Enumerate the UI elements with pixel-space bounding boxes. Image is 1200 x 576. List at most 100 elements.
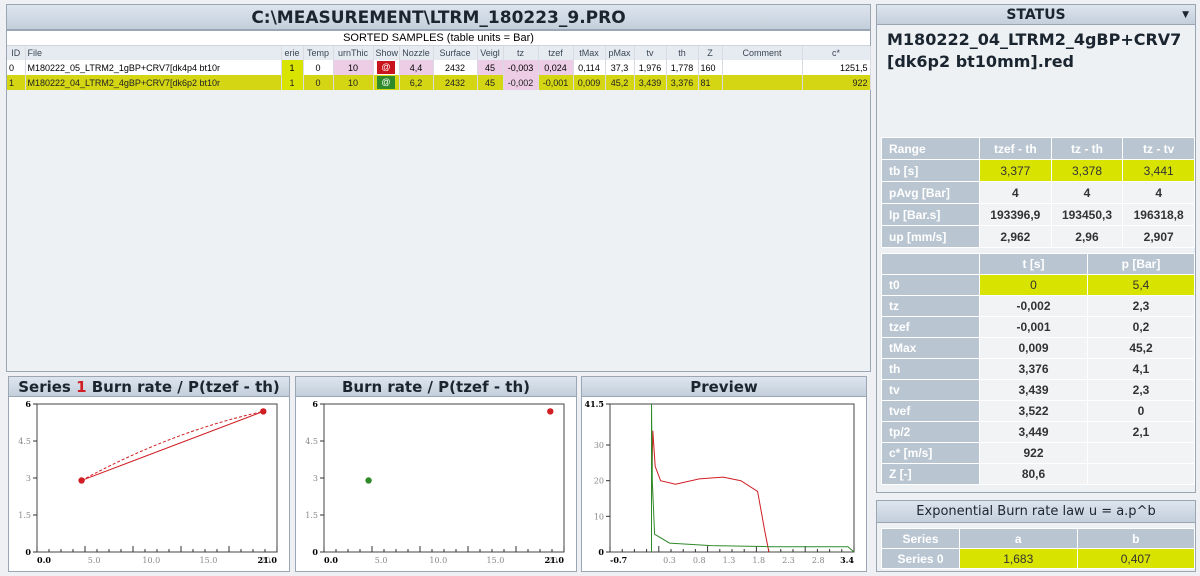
- cell-tv[interactable]: 3,439: [634, 75, 667, 90]
- cell-tzef[interactable]: 0,024: [538, 60, 574, 75]
- tp-row-label: t0: [881, 274, 980, 296]
- col-header-surface[interactable]: Surface: [433, 46, 478, 60]
- show-color-swatch[interactable]: @: [377, 76, 395, 89]
- cell-tzef[interactable]: -0,001: [538, 75, 574, 90]
- cell-show[interactable]: @: [373, 75, 400, 90]
- dropdown-arrow-icon[interactable]: ▼: [1182, 5, 1189, 25]
- tp-header-col: t [s]: [979, 253, 1088, 275]
- col-header-nozzle[interactable]: Nozzle: [399, 46, 434, 60]
- cell-surface[interactable]: 2432: [433, 60, 478, 75]
- show-color-swatch[interactable]: @: [377, 61, 395, 74]
- col-header-z[interactable]: Z: [698, 46, 723, 60]
- range-value: 3,378: [1050, 159, 1124, 182]
- tp-header-row: t [s] p [Bar]: [881, 253, 1195, 275]
- col-header-tv[interactable]: tv: [634, 46, 667, 60]
- cell-file[interactable]: M180222_05_LTRM2_1gBP+CRV7[dk4p4 bt10r: [25, 60, 282, 75]
- status-title: STATUS: [1006, 7, 1066, 23]
- cell-temp[interactable]: 0: [303, 75, 334, 90]
- burn-rate-series-chart[interactable]: 01.534.560.0 5.0 10.0 15.0 2021.0: [9, 398, 289, 572]
- cell-tv[interactable]: 1,976: [634, 60, 667, 75]
- tp-value-t: 3,522: [979, 400, 1088, 422]
- y-tick-label: 1.5: [18, 511, 31, 520]
- tp-row-c-m-s-: c* [m/s] 922: [881, 442, 1195, 464]
- tp-value-t: 922: [979, 442, 1088, 464]
- cell-serie[interactable]: 1: [281, 75, 304, 90]
- plot-area: [323, 403, 565, 553]
- range-row-tb: tb [s] 3,377 3,378 3,441: [881, 159, 1195, 182]
- tp-row-tz: tz -0,002 2,3: [881, 295, 1195, 317]
- preview-chart[interactable]: 0 10 20 30 41.5 -0.7 0.3 0.8 1.3 1.8 2.3 2.8 3.4: [582, 398, 866, 572]
- tp-row-t0: t0 0 5,4: [881, 274, 1195, 296]
- cell-tmax[interactable]: 0,114: [573, 60, 606, 75]
- range-value: 196318,8: [1122, 203, 1195, 226]
- cell-cstar[interactable]: 922: [802, 75, 871, 90]
- cell-cstar[interactable]: 1251,5: [802, 60, 871, 75]
- cell-serie[interactable]: 1: [281, 60, 304, 75]
- cell-temp[interactable]: 0: [303, 60, 334, 75]
- col-header-id[interactable]: ID: [7, 46, 26, 60]
- cell-nozzle[interactable]: 6,2: [399, 75, 434, 90]
- col-header-weight[interactable]: Veigl: [477, 46, 504, 60]
- cell-comment[interactable]: [722, 60, 803, 75]
- col-header-tz[interactable]: tz: [503, 46, 539, 60]
- tp-row-tzef: tzef -0,001 0,2: [881, 316, 1195, 338]
- x-tick-label: 0.0: [324, 555, 338, 565]
- cell-weight[interactable]: 45: [477, 75, 504, 90]
- col-header-th[interactable]: th: [666, 46, 699, 60]
- cell-id[interactable]: 0: [7, 60, 26, 75]
- table-row[interactable]: 0 M180222_05_LTRM2_1gBP+CRV7[dk4p4 bt10r…: [7, 60, 871, 75]
- y-tick-label: 6: [312, 399, 318, 409]
- cell-th[interactable]: 3,376: [666, 75, 699, 90]
- cell-pmax[interactable]: 37,3: [605, 60, 635, 75]
- cell-show[interactable]: @: [373, 60, 400, 75]
- cell-z[interactable]: 160: [698, 60, 723, 75]
- tp-value-p: 4,1: [1087, 358, 1195, 380]
- range-value: 3,441: [1122, 159, 1195, 182]
- tp-row-label: tvef: [881, 400, 980, 422]
- cell-thick[interactable]: 10: [333, 60, 374, 75]
- col-header-tzef[interactable]: tzef: [538, 46, 574, 60]
- status-file-name: M180222_04_LTRM2_4gBP+CRV7 [dk6p2 bt10mm…: [887, 30, 1182, 71]
- cell-nozzle[interactable]: 4,4: [399, 60, 434, 75]
- col-header-tmax[interactable]: tMax: [573, 46, 606, 60]
- cell-pmax[interactable]: 45,2: [605, 75, 635, 90]
- x-tick-label: 1.3: [723, 556, 736, 565]
- col-header-file[interactable]: File: [25, 46, 282, 60]
- col-header-show[interactable]: Show: [373, 46, 400, 60]
- cell-surface[interactable]: 2432: [433, 75, 478, 90]
- cell-file[interactable]: M180222_04_LTRM2_4gBP+CRV7[dk6p2 bt10r: [25, 75, 282, 90]
- tp-row-th: th 3,376 4,1: [881, 358, 1195, 380]
- col-header-serie[interactable]: erie: [281, 46, 304, 60]
- burn-law-row: Series 0 1,683 0,407: [881, 548, 1195, 569]
- tp-header-col: p [Bar]: [1087, 253, 1195, 275]
- col-header-cstar[interactable]: c*: [802, 46, 871, 60]
- cell-weight[interactable]: 45: [477, 60, 504, 75]
- tp-value-p: 45,2: [1087, 337, 1195, 359]
- tp-value-t: 0,009: [979, 337, 1088, 359]
- cell-thick[interactable]: 10: [333, 75, 374, 90]
- cell-z[interactable]: 81: [698, 75, 723, 90]
- chart-panel-preview: Preview 0 10 20 30 41.5 -0.7 0.3 0.8 1.3 1.8 2.3 2.…: [581, 376, 867, 572]
- chart-panel-burn-rate: Burn rate / P(tzef - th) 0 1.5 3 4.5 6 0.0 5.0…: [295, 376, 577, 572]
- cell-comment[interactable]: [722, 75, 803, 90]
- burn-rate-chart[interactable]: 01.534.560.0 5.0 10.0 15.0 2021.0: [296, 398, 576, 572]
- tp-value-p: 2,3: [1087, 379, 1195, 401]
- range-row-ip: Ip [Bar.s] 193396,9 193450,3 196318,8: [881, 203, 1195, 226]
- y-tick-label: 1.5: [305, 511, 318, 520]
- burn-law-a: 1,683: [959, 548, 1078, 569]
- cell-id[interactable]: 1: [7, 75, 26, 90]
- col-header-pmax[interactable]: pMax: [605, 46, 635, 60]
- cell-th[interactable]: 1,778: [666, 60, 699, 75]
- tp-value-p: [1087, 463, 1195, 485]
- samples-table[interactable]: ID File erie Temp urnThic Show Nozzle Su…: [7, 46, 871, 90]
- chart-title: Preview: [582, 377, 866, 397]
- x-tick-label: 21.0: [545, 555, 565, 565]
- col-header-comment[interactable]: Comment: [722, 46, 803, 60]
- cell-tz[interactable]: -0,003: [503, 60, 539, 75]
- col-header-temp[interactable]: Temp: [303, 46, 334, 60]
- cell-tz[interactable]: -0,002: [503, 75, 539, 90]
- col-header-thick[interactable]: urnThic: [333, 46, 374, 60]
- table-row-selected[interactable]: 1 M180222_04_LTRM2_4gBP+CRV7[dk6p2 bt10r…: [7, 75, 871, 90]
- cell-tmax[interactable]: 0,009: [573, 75, 606, 90]
- y-tick-label: 6: [25, 399, 31, 409]
